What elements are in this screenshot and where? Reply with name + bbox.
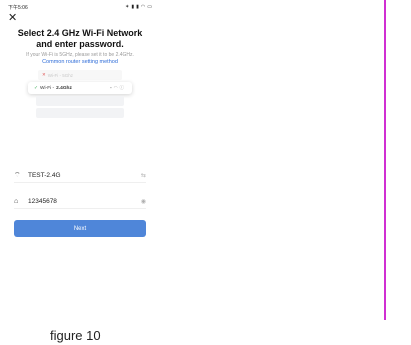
wifi-icon: ⌔ <box>14 171 21 179</box>
wifi-icon: ◠ <box>140 4 146 10</box>
info-icon: ⓘ <box>119 85 125 90</box>
password-value[interactable]: 12345678 <box>28 198 141 205</box>
check-icon: ✓ <box>34 85 39 91</box>
illustration-5ghz-label: Wi-Fi - 5Ghz <box>47 72 74 78</box>
status-time: 下午5:06 <box>8 4 28 11</box>
frequency-hint: If your Wi-Fi is 5GHz, please set it to … <box>26 52 134 58</box>
battery-icon: ▭ <box>147 4 152 10</box>
switch-network-icon[interactable]: ⇆ <box>141 172 146 179</box>
page-border-line <box>384 0 386 320</box>
page-title-line1: Select 2.4 GHz Wi-Fi Network <box>17 28 143 38</box>
ssid-field[interactable]: ⌔ TEST-2.4G ⇆ <box>14 168 146 183</box>
next-button[interactable]: Next <box>14 220 146 237</box>
signal-icon: ▮ <box>136 4 139 10</box>
password-field[interactable]: ⌂ 12345678 ◉ <box>14 194 146 209</box>
wifi-icon: ◠ <box>113 85 118 90</box>
illustration-24ghz-band: 2.4Ghz <box>56 85 72 91</box>
lock-icon: ⌂ <box>14 197 19 205</box>
lock-icon: ▪ <box>109 85 112 90</box>
sim-icon: ✶ <box>125 4 130 10</box>
close-icon: ✕ <box>8 12 18 24</box>
eye-icon[interactable]: ◉ <box>141 198 146 205</box>
illustration-placeholder-row <box>36 96 124 106</box>
illustration-row-5ghz: ✕ Wi-Fi - 5Ghz <box>38 70 122 80</box>
illustration-24ghz-prefix: Wi-Fi - <box>40 85 55 91</box>
illustration-row-icons: ▪ ◠ ⓘ <box>110 85 124 91</box>
router-setting-link[interactable]: Common router setting method <box>6 59 154 66</box>
ssid-value[interactable]: TEST-2.4G <box>28 172 141 179</box>
signal-icon: ▮ <box>131 4 135 10</box>
cross-icon: ✕ <box>42 72 46 77</box>
status-bar: 下午5:06 ✶ ▮ ▮ ◠ ▭ <box>8 2 152 12</box>
close-button[interactable]: ✕ <box>8 12 20 24</box>
page-title-line2: and enter password. <box>36 39 124 49</box>
wifi-selection-illustration: ✕ Wi-Fi - 5Ghz ✓ Wi-Fi - 2.4Ghz ▪ ◠ ⓘ <box>28 70 132 160</box>
page-title: Select 2.4 GHz Wi-Fi Network and enter p… <box>10 28 150 50</box>
figure-caption: figure 10 <box>50 328 101 343</box>
status-icons: ✶ ▮ ▮ ◠ ▭ <box>125 4 152 10</box>
phone-screen: 下午5:06 ✶ ▮ ▮ ◠ ▭ ✕ Select 2.4 GHz Wi-Fi … <box>0 0 160 320</box>
illustration-placeholder-row <box>36 108 124 118</box>
illustration-row-24ghz: ✓ Wi-Fi - 2.4Ghz ▪ ◠ ⓘ <box>28 82 132 94</box>
